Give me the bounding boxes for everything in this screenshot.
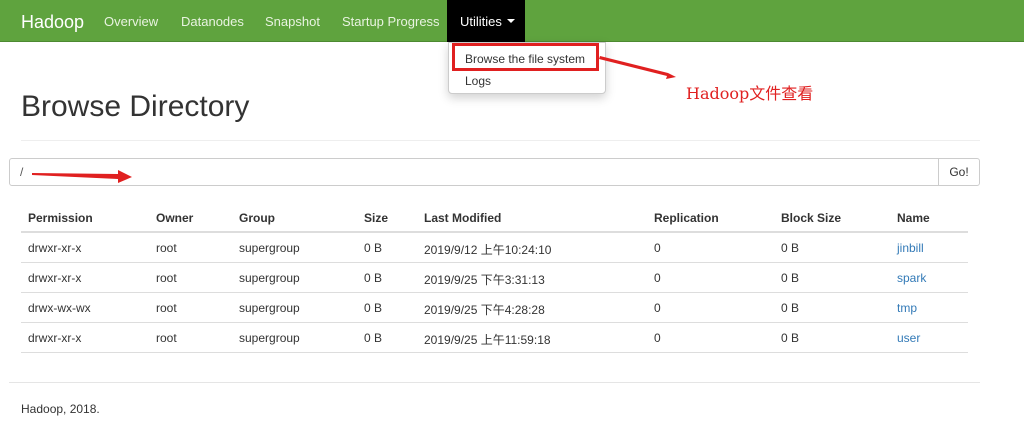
table-row: drwx-wx-wx root supergroup 0 B 2019/9/25… xyxy=(21,293,968,323)
cell-block-size: 0 B xyxy=(781,241,800,255)
annotation-label: Hadoop文件查看 xyxy=(686,84,814,103)
go-button[interactable]: Go! xyxy=(938,158,980,186)
col-header-owner[interactable]: Owner xyxy=(156,211,193,225)
nav-utilities[interactable]: Utilities xyxy=(447,0,525,42)
cell-permission: drwx-wx-wx xyxy=(28,301,91,315)
cell-block-size: 0 B xyxy=(781,271,800,285)
nav-datanodes[interactable]: Datanodes xyxy=(181,14,244,29)
footer-text: Hadoop, 2018. xyxy=(21,402,100,416)
cell-permission: drwxr-xr-x xyxy=(28,331,82,345)
table-row: drwxr-xr-x root supergroup 0 B 2019/9/12… xyxy=(21,233,968,263)
cell-size: 0 B xyxy=(364,331,383,345)
annotation-arrow-right-icon xyxy=(599,56,676,79)
cell-block-size: 0 B xyxy=(781,301,800,315)
nav-startup-progress[interactable]: Startup Progress xyxy=(342,14,440,29)
nav-overview[interactable]: Overview xyxy=(104,14,158,29)
cell-permission: drwxr-xr-x xyxy=(28,241,82,255)
col-header-name[interactable]: Name xyxy=(897,211,930,225)
cell-last-modified: 2019/9/25 下午3:31:13 xyxy=(424,273,545,287)
cell-replication: 0 xyxy=(654,301,661,315)
footer-divider xyxy=(9,382,980,383)
cell-name-link[interactable]: user xyxy=(897,331,920,345)
col-header-group[interactable]: Group xyxy=(239,211,275,225)
cell-group: supergroup xyxy=(239,301,300,315)
table-row: drwxr-xr-x root supergroup 0 B 2019/9/25… xyxy=(21,323,968,353)
cell-last-modified: 2019/9/25 下午4:28:28 xyxy=(424,303,545,317)
col-header-permission[interactable]: Permission xyxy=(28,211,93,225)
caret-down-icon xyxy=(507,19,515,23)
navbar: Hadoop Overview Datanodes Snapshot Start… xyxy=(0,0,1024,42)
col-header-block-size[interactable]: Block Size xyxy=(781,211,841,225)
cell-replication: 0 xyxy=(654,271,661,285)
cell-size: 0 B xyxy=(364,301,383,315)
cell-replication: 0 xyxy=(654,331,661,345)
cell-owner: root xyxy=(156,331,177,345)
cell-owner: root xyxy=(156,301,177,315)
cell-replication: 0 xyxy=(654,241,661,255)
page-title: Browse Directory xyxy=(21,90,250,123)
divider xyxy=(21,140,980,141)
cell-group: supergroup xyxy=(239,241,300,255)
cell-last-modified: 2019/9/12 上午10:24:10 xyxy=(424,243,552,257)
col-header-size[interactable]: Size xyxy=(364,211,388,225)
nav-utilities-label: Utilities xyxy=(460,14,502,29)
cell-size: 0 B xyxy=(364,241,383,255)
col-header-replication[interactable]: Replication xyxy=(654,211,719,225)
cell-owner: root xyxy=(156,241,177,255)
cell-group: supergroup xyxy=(239,331,300,345)
cell-group: supergroup xyxy=(239,271,300,285)
annotation-highlight-box xyxy=(452,43,599,71)
cell-owner: root xyxy=(156,271,177,285)
cell-name-link[interactable]: jinbill xyxy=(897,241,924,255)
table-row: drwxr-xr-x root supergroup 0 B 2019/9/25… xyxy=(21,263,968,293)
cell-block-size: 0 B xyxy=(781,331,800,345)
brand-logo[interactable]: Hadoop xyxy=(21,12,84,33)
nav-snapshot[interactable]: Snapshot xyxy=(265,14,320,29)
cell-name-link[interactable]: spark xyxy=(897,271,926,285)
cell-size: 0 B xyxy=(364,271,383,285)
menu-item-logs[interactable]: Logs xyxy=(465,74,491,88)
cell-name-link[interactable]: tmp xyxy=(897,301,917,315)
col-header-last-modified[interactable]: Last Modified xyxy=(424,211,501,225)
directory-path-input[interactable] xyxy=(9,158,939,186)
cell-permission: drwxr-xr-x xyxy=(28,271,82,285)
cell-last-modified: 2019/9/25 上午11:59:18 xyxy=(424,333,551,347)
